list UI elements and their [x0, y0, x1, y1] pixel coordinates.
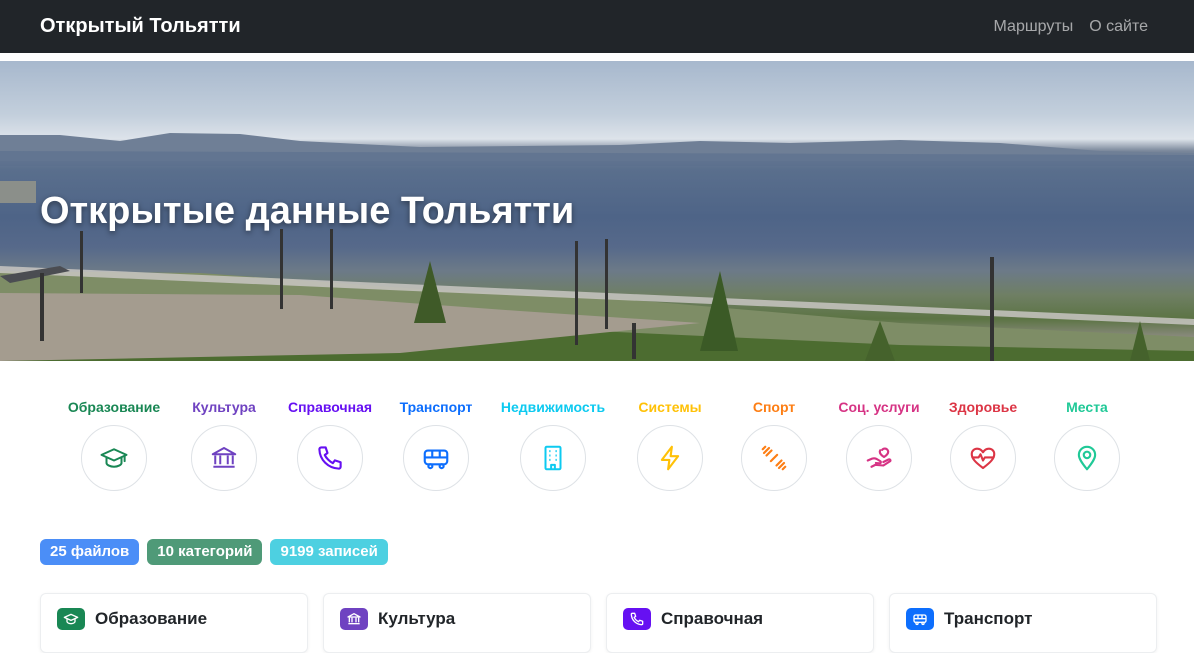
phone-icon — [623, 608, 651, 630]
category-cards: Образование Культура Справочная Транспор… — [40, 593, 1157, 653]
card-title: Образование — [95, 609, 208, 628]
category-label: Недвижимость — [500, 399, 606, 415]
hero-title: Открытые данные Тольятти — [40, 190, 575, 232]
dumbbell-icon — [741, 425, 807, 491]
card-education[interactable]: Образование — [40, 593, 308, 653]
card-title: Культура — [378, 609, 456, 628]
card-title: Справочная — [661, 609, 764, 628]
category-label: Соц. услуги — [838, 399, 920, 415]
category-label: Здоровье — [948, 399, 1018, 415]
records-count-badge: 9199 записей — [270, 539, 388, 565]
nav-link-about[interactable]: О сайте — [1089, 18, 1148, 36]
card-title: Транспорт — [944, 609, 1033, 628]
museum-icon — [191, 425, 257, 491]
phone-icon — [297, 425, 363, 491]
museum-icon — [340, 608, 368, 630]
top-navbar: Открытый Тольятти Маршруты О сайте — [0, 0, 1194, 53]
hero-banner: Открытые данные Тольятти — [0, 61, 1194, 361]
card-transport[interactable]: Транспорт — [889, 593, 1157, 653]
bus-icon — [906, 608, 934, 630]
category-places[interactable]: Места — [1022, 398, 1152, 491]
category-real-estate[interactable]: Недвижимость — [488, 398, 618, 491]
stats-badges: 25 файлов 10 категорий 9199 записей — [40, 539, 388, 565]
category-label: Справочная — [287, 399, 373, 415]
card-reference[interactable]: Справочная — [606, 593, 874, 653]
map-pin-icon — [1054, 425, 1120, 491]
graduation-cap-icon — [57, 608, 85, 630]
bus-icon — [403, 425, 469, 491]
graduation-cap-icon — [81, 425, 147, 491]
nav-links: Маршруты О сайте — [994, 18, 1148, 36]
files-count-badge: 25 файлов — [40, 539, 140, 565]
building-icon — [520, 425, 586, 491]
category-label: Культура — [192, 399, 256, 415]
category-label: Спорт — [752, 399, 796, 415]
categories-count-badge: 10 категорий — [147, 539, 263, 565]
category-icon-row: Образование Культура Справочная Транспор… — [0, 398, 1194, 498]
lightning-icon — [637, 425, 703, 491]
category-transport[interactable]: Транспорт — [371, 398, 501, 491]
card-culture[interactable]: Культура — [323, 593, 591, 653]
category-label: Транспорт — [399, 399, 473, 415]
nav-link-routes[interactable]: Маршруты — [994, 18, 1074, 36]
hand-heart-icon — [846, 425, 912, 491]
category-label: Места — [1066, 399, 1108, 415]
category-label: Образование — [67, 399, 161, 415]
brand-link[interactable]: Открытый Тольятти — [40, 15, 241, 38]
category-label: Системы — [638, 399, 702, 415]
heart-pulse-icon — [950, 425, 1016, 491]
